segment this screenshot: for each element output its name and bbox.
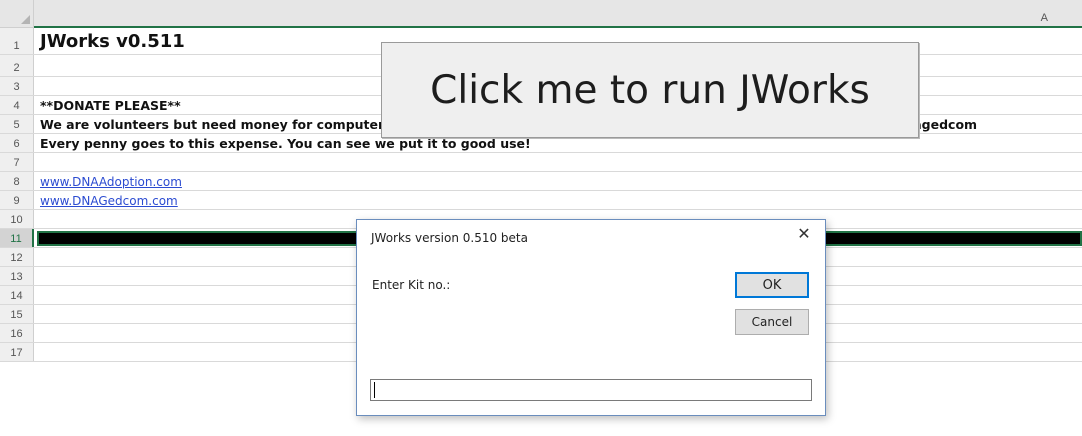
row-7[interactable]: 7: [0, 153, 1082, 172]
row-9[interactable]: 9 www.DNAGedcom.com: [0, 191, 1082, 210]
row-header[interactable]: 6: [0, 134, 34, 152]
kit-number-input[interactable]: [370, 379, 812, 401]
row-8[interactable]: 8 www.DNAAdoption.com: [0, 172, 1082, 191]
row-header[interactable]: 15: [0, 305, 34, 323]
row-header[interactable]: 3: [0, 77, 34, 95]
ok-button[interactable]: OK: [735, 272, 809, 298]
row-header[interactable]: 4: [0, 96, 34, 114]
select-all-triangle-icon: [21, 15, 30, 24]
row-header[interactable]: 17: [0, 343, 34, 361]
row-header[interactable]: 16: [0, 324, 34, 342]
select-all-corner[interactable]: [0, 0, 34, 28]
dialog-title: JWorks version 0.510 beta: [371, 231, 528, 245]
row-header[interactable]: 5: [0, 115, 34, 133]
row-header[interactable]: 14: [0, 286, 34, 304]
row-header[interactable]: 1: [0, 28, 34, 54]
row-header[interactable]: 9: [0, 191, 34, 209]
row-header[interactable]: 13: [0, 267, 34, 285]
input-dialog: JWorks version 0.510 beta ✕ Enter Kit no…: [356, 219, 826, 416]
column-header-bar: A: [34, 0, 1082, 28]
link-dnaadoption[interactable]: www.DNAAdoption.com: [40, 172, 1082, 190]
row-header[interactable]: 8: [0, 172, 34, 190]
column-header-a[interactable]: A: [1041, 12, 1048, 24]
dialog-prompt: Enter Kit no.:: [372, 278, 451, 292]
cell[interactable]: [40, 153, 1082, 171]
row-header[interactable]: 12: [0, 248, 34, 266]
row-header[interactable]: 2: [0, 55, 34, 76]
text-caret: [374, 382, 375, 398]
cancel-button[interactable]: Cancel: [735, 309, 809, 335]
row-header[interactable]: 10: [0, 210, 34, 228]
row-header[interactable]: 11: [0, 229, 34, 247]
link-dnagedcom[interactable]: www.DNAGedcom.com: [40, 191, 1082, 209]
run-jworks-button[interactable]: Click me to run JWorks: [381, 42, 919, 138]
row-header[interactable]: 7: [0, 153, 34, 171]
close-icon[interactable]: ✕: [795, 226, 813, 244]
